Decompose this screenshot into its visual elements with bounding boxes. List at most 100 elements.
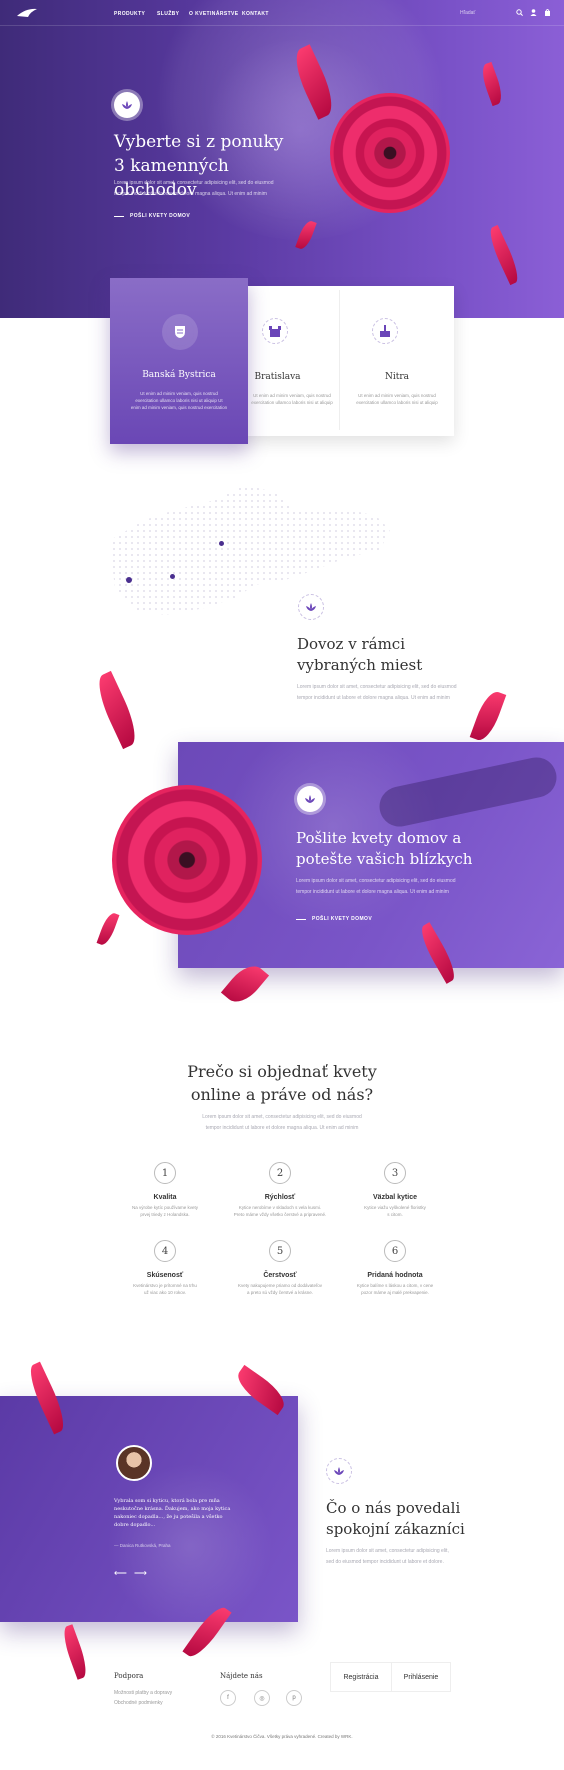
hero-link-label: POŠLI KVETY DOMOV: [130, 213, 191, 219]
hero-send-flowers-link[interactable]: POŠLI KVETY DOMOV: [114, 213, 190, 219]
feature-desc: Kytice balíme s láskou a citom, v cene: [356, 1283, 434, 1288]
footer-link-terms[interactable]: Obchodné podmienky: [114, 1700, 163, 1706]
city-name: Bratislava: [254, 372, 301, 382]
login-button[interactable]: Prihlásenie: [391, 1662, 451, 1692]
testimonial-quote: Vybrala som si kyticu, ktorá bola pre mň…: [114, 1497, 230, 1529]
top-nav: PRODUKTY SLUŽBY O KVETINÁRSTVE KONTAKT H…: [0, 0, 564, 26]
hero-text-line1: Lorem ipsum dolor sit amet, consectetur …: [114, 180, 274, 186]
feature-item: 5 Čerstvosť Kvety nakupujeme priamo od d…: [225, 1240, 335, 1296]
city-desc-line: enim ad minim veniam, quis nostrud exerc…: [130, 405, 228, 410]
city-desc-line: Ut enim ad minim veniam, quis nostrud: [253, 393, 331, 398]
nav-produkty[interactable]: PRODUKTY: [114, 11, 145, 17]
nav-o-kvetinarstve[interactable]: O KVETINÁRSTVE: [189, 11, 239, 17]
map-marker-nitra[interactable]: [170, 574, 175, 579]
reviews-text-line1: Lorem ipsum dolor sit amet, consectetur …: [326, 1548, 449, 1554]
feature-desc: Na výrobe kytíc používame kvety: [131, 1205, 199, 1210]
lotus-badge: [114, 92, 140, 118]
feature-title: Čerstvosť: [263, 1272, 297, 1279]
lotus-icon: [122, 101, 132, 109]
feature-desc: Kytice nerobíme v skladoch s vela kusmi.: [238, 1205, 322, 1210]
feature-desc: prvej triedy z Holandska.: [140, 1212, 190, 1217]
feature-title: Väzbal kytice: [373, 1194, 417, 1201]
city-card-nitra[interactable]: Nitra Ut enim ad minim veniam, quis nost…: [340, 286, 454, 436]
quote-line: dobre dopadlo...: [114, 1522, 156, 1528]
petal: [469, 688, 507, 744]
send-link-label: POŠLI KVETY DOMOV: [312, 916, 373, 922]
reviews-text: Lorem ipsum dolor sit amet, consectetur …: [326, 1546, 449, 1568]
feature-desc: Kytice viažu vyškolené floristky: [364, 1205, 426, 1210]
castle-badge: [262, 318, 288, 344]
reviews-title-line2: spokojní zákazníci: [326, 1520, 465, 1538]
feature-item: 3 Väzbal kytice Kytice viažu vyškolené f…: [340, 1162, 450, 1218]
send-title: Pošlite kvety domov a potešte vašich blí…: [296, 828, 472, 870]
castle-icon: [269, 326, 281, 337]
feature-item: 2 Rýchlosť Kytice nerobíme v skladoch s …: [225, 1162, 335, 1218]
hero-title-line1: Vyberte si z ponuky: [114, 132, 284, 152]
feature-item: 4 Skúsenosť Kvetinárstvo je prítomné na …: [110, 1240, 220, 1296]
delivery-text-line1: Lorem ipsum dolor sit amet, consectetur …: [297, 684, 457, 690]
delivery-title-line1: Dovoz v rámci: [297, 635, 406, 653]
feature-number: 5: [269, 1240, 291, 1262]
why-text-line1: Lorem ipsum dolor sit amet, consectetur …: [202, 1114, 362, 1120]
city-desc-line: exercitation ullamco laboris nisi ut ali…: [356, 400, 438, 405]
footer-link-payment[interactable]: Možnosti platby a dopravy: [114, 1690, 172, 1696]
feature-title: Rýchlosť: [264, 1194, 296, 1201]
prev-arrow-icon[interactable]: ⟵: [114, 1568, 127, 1579]
petal: [96, 910, 120, 948]
delivery-text-line2: tempor incididunt ut labore et dolore ma…: [297, 695, 450, 701]
feature-desc: s citom.: [387, 1212, 403, 1217]
avatar: [116, 1445, 152, 1481]
facebook-icon[interactable]: f: [220, 1690, 236, 1706]
register-button[interactable]: Registrácia: [330, 1662, 392, 1692]
instagram-icon[interactable]: ◎: [254, 1690, 270, 1706]
footer-support-title: Podpora: [114, 1672, 144, 1680]
reviews-title-line1: Čo o nás povedali: [326, 1499, 461, 1517]
map-marker-bratislava[interactable]: [126, 577, 132, 583]
search-input[interactable]: Hľadať: [460, 10, 475, 16]
send-text-line2: tempor incididunt ut labore et dolore ma…: [296, 889, 449, 895]
footer-find-title: Nájdete nás: [220, 1672, 263, 1680]
reviews-title: Čo o nás povedali spokojní zákazníci: [326, 1498, 465, 1540]
coat-of-arms-badge: [166, 318, 194, 346]
delivery-title: Dovoz v rámci vybraných miest: [297, 634, 422, 676]
lotus-badge: [326, 1458, 352, 1484]
feature-item: 1 Kvalita Na výrobe kytíc používame kvet…: [110, 1162, 220, 1218]
hero-text-line2: tempor incididunt ut labore et dolore ma…: [114, 191, 267, 197]
city-desc-line: Ut enim ad minim veniam, quis nostrud: [140, 391, 218, 396]
testimonial-author: — Danica Rutkovská, Praha: [114, 1543, 171, 1548]
feature-number: 6: [384, 1240, 406, 1262]
city-description: Ut enim ad minim veniam, quis nostrud ex…: [242, 392, 342, 406]
cart-icon[interactable]: [544, 9, 551, 16]
city-desc-line: exercitation ullamco laboris nisi ut ali…: [135, 398, 223, 403]
lotus-badge: [298, 594, 324, 620]
church-icon: [380, 325, 390, 337]
dahlia-flower: [112, 785, 262, 935]
logo-icon[interactable]: [16, 6, 38, 19]
feature-number: 1: [154, 1162, 176, 1184]
map-marker-banska-bystrica[interactable]: [219, 541, 224, 546]
petal: [59, 1624, 91, 1680]
quote-line: nakoniec dopadla..., že ju potešila a vš…: [114, 1514, 223, 1520]
feature-number: 2: [269, 1162, 291, 1184]
arrow-right-icon: [114, 215, 124, 217]
city-name: Nitra: [384, 372, 410, 382]
city-card-bratislava[interactable]: Bratislava Ut enim ad minim veniam, quis…: [248, 286, 339, 436]
city-description: Ut enim ad minim veniam, quis nostrud ex…: [110, 390, 248, 411]
why-title-line2: online a práve od nás?: [190, 1085, 374, 1104]
feature-desc: Kvety nakupujeme priamo od dodávateľov: [237, 1283, 323, 1288]
feature-desc: a preto sú vždy čerstvé a krásne.: [246, 1290, 314, 1295]
next-arrow-icon[interactable]: ⟶: [134, 1568, 147, 1579]
slovakia-dot-map: [110, 485, 390, 615]
search-icon[interactable]: [516, 9, 523, 16]
nav-kontakt[interactable]: KONTAKT: [242, 11, 269, 17]
city-desc-line: Ut enim ad minim veniam, quis nostrud: [358, 393, 436, 398]
feature-title: Skúsenosť: [146, 1272, 184, 1279]
send-title-line2: potešte vašich blízkych: [296, 850, 473, 868]
church-badge: [372, 318, 398, 344]
nav-sluzby[interactable]: SLUŽBY: [157, 11, 179, 17]
send-flowers-link[interactable]: POŠLI KVETY DOMOV: [296, 916, 372, 922]
pinterest-icon[interactable]: p: [286, 1690, 302, 1706]
user-icon[interactable]: [530, 9, 537, 16]
delivery-text: Lorem ipsum dolor sit amet, consectetur …: [297, 682, 457, 704]
city-card-banska-bystrica[interactable]: Banská Bystrica Ut enim ad minim veniam,…: [110, 278, 248, 444]
